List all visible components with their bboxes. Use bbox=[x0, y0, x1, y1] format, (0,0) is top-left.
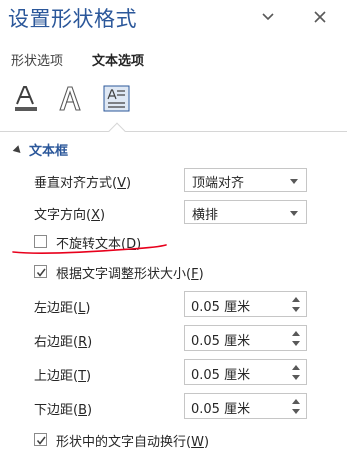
autofit-label-text: 根据文字调整形状大小 bbox=[56, 267, 187, 282]
autofit-accesskey: F bbox=[191, 267, 199, 282]
right-margin-accesskey: R bbox=[78, 335, 88, 350]
checkmark-icon bbox=[36, 436, 46, 445]
right-margin-input[interactable]: 0.05 厘米 bbox=[191, 330, 250, 349]
top-margin-accesskey: T bbox=[78, 369, 87, 384]
text-direction-accesskey: X bbox=[91, 208, 100, 223]
section-textbox-header[interactable]: 文本框 bbox=[12, 140, 69, 159]
spin-up-icon[interactable] bbox=[292, 331, 300, 336]
text-fill-outline-icon bbox=[15, 86, 37, 111]
text-effects-tab[interactable] bbox=[56, 84, 86, 114]
right-margin-label: 右边距(R) bbox=[34, 335, 93, 350]
panel-separator bbox=[0, 131, 347, 132]
left-margin-label-text: 左边距 bbox=[34, 301, 74, 316]
spin-down-icon[interactable] bbox=[292, 375, 300, 380]
top-margin-spinner: 0.05 厘米 bbox=[184, 359, 307, 385]
close-pane-button[interactable] bbox=[313, 10, 327, 24]
collapse-triangle-icon bbox=[12, 145, 24, 156]
bottom-margin-input[interactable]: 0.05 厘米 bbox=[191, 398, 250, 417]
handwritten-underline-annotation bbox=[12, 244, 167, 255]
vertical-align-dropdown[interactable]: 顶端对齐 bbox=[184, 168, 307, 192]
text-fill-outline-tab[interactable] bbox=[13, 84, 43, 114]
spin-down-icon[interactable] bbox=[292, 341, 300, 346]
right-margin-spinner: 0.05 厘米 bbox=[184, 325, 307, 351]
wrap-text-accesskey: W bbox=[191, 435, 204, 450]
left-margin-label: 左边距(L) bbox=[34, 301, 91, 316]
bottom-margin-accesskey: B bbox=[78, 403, 88, 418]
spin-up-icon[interactable] bbox=[292, 297, 300, 302]
pane-title: 设置形状格式 bbox=[8, 7, 137, 31]
section-title: 文本框 bbox=[29, 144, 69, 159]
bottom-margin-label: 下边距(B) bbox=[34, 403, 93, 418]
left-margin-accesskey: L bbox=[78, 301, 86, 316]
vertical-align-label-text: 垂直对齐方式 bbox=[34, 176, 113, 191]
vertical-align-value: 顶端对齐 bbox=[192, 176, 245, 191]
left-margin-spinner: 0.05 厘米 bbox=[184, 291, 307, 317]
spin-up-icon[interactable] bbox=[292, 365, 300, 370]
spin-up-icon[interactable] bbox=[292, 399, 300, 404]
close-icon bbox=[314, 11, 326, 23]
right-margin-label-text: 右边距 bbox=[34, 335, 74, 350]
left-margin-input[interactable]: 0.05 厘米 bbox=[191, 296, 250, 315]
text-direction-label: 文字方向(X) bbox=[34, 208, 106, 223]
wrap-text-label[interactable]: 形状中的文字自动换行(W) bbox=[56, 431, 209, 450]
checkmark-icon bbox=[36, 268, 46, 277]
pane-options-button[interactable] bbox=[261, 10, 275, 24]
textbox-tab[interactable] bbox=[102, 84, 132, 114]
text-direction-dropdown[interactable]: 横排 bbox=[184, 200, 307, 224]
text-direction-value: 横排 bbox=[192, 208, 219, 223]
tab-text-options[interactable]: 文本选项 bbox=[92, 50, 144, 69]
vertical-align-accesskey: V bbox=[117, 176, 126, 191]
wrap-text-label-text: 形状中的文字自动换行 bbox=[56, 435, 187, 450]
vertical-align-label: 垂直对齐方式(V) bbox=[34, 176, 132, 191]
autofit-label[interactable]: 根据文字调整形状大小(F) bbox=[56, 263, 204, 282]
active-tab-pointer bbox=[108, 122, 126, 140]
chevron-down-icon bbox=[262, 13, 274, 21]
text-effects-icon bbox=[59, 86, 81, 111]
dropdown-arrow-icon bbox=[290, 179, 298, 184]
bottom-margin-spinner: 0.05 厘米 bbox=[184, 393, 307, 419]
wrap-text-checkbox[interactable] bbox=[34, 433, 47, 446]
top-margin-label: 上边距(T) bbox=[34, 369, 92, 384]
bottom-margin-label-text: 下边距 bbox=[34, 403, 74, 418]
dropdown-arrow-icon bbox=[290, 211, 298, 216]
autofit-checkbox[interactable] bbox=[34, 265, 47, 278]
top-margin-label-text: 上边距 bbox=[34, 369, 74, 384]
top-margin-input[interactable]: 0.05 厘米 bbox=[191, 364, 250, 383]
tab-shape-options[interactable]: 形状选项 bbox=[11, 50, 63, 69]
spin-down-icon[interactable] bbox=[292, 307, 300, 312]
text-direction-label-text: 文字方向 bbox=[34, 208, 87, 223]
spin-down-icon[interactable] bbox=[292, 409, 300, 414]
textbox-icon bbox=[103, 85, 130, 112]
